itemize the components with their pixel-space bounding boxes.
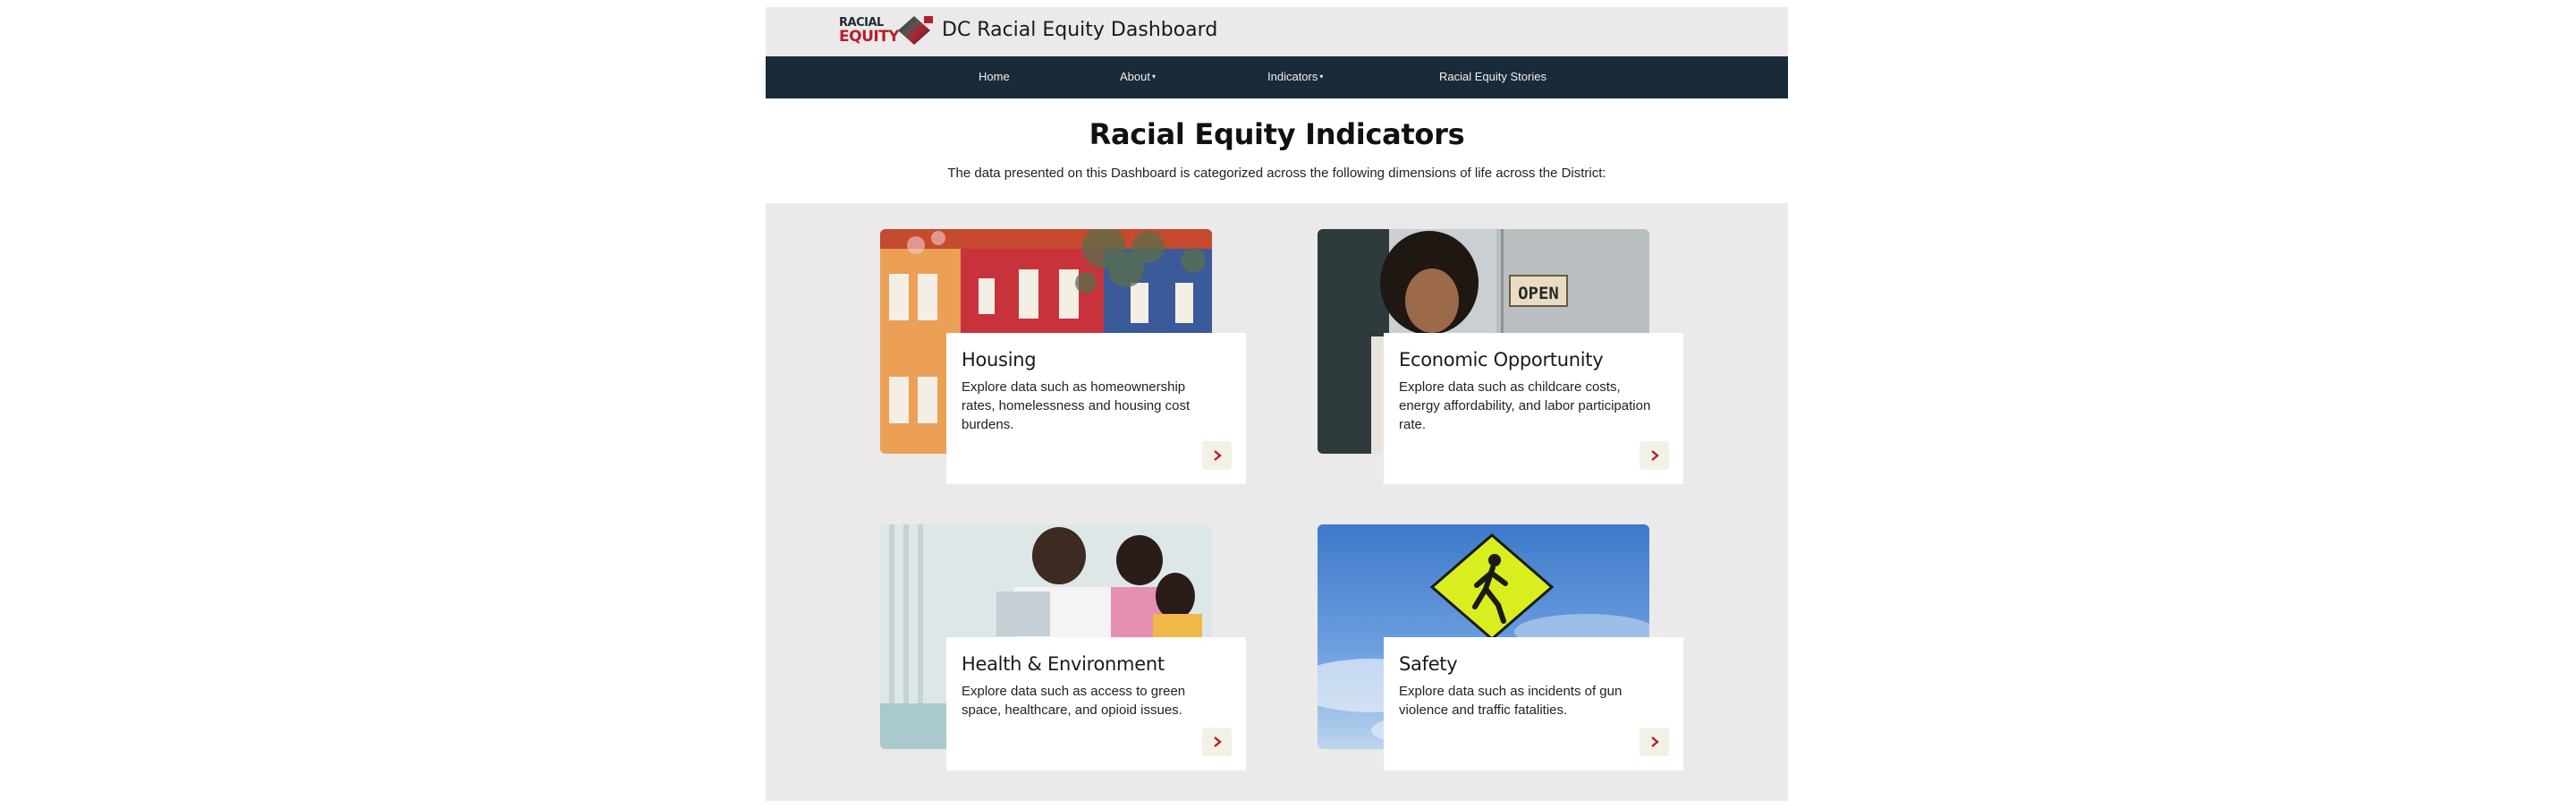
card-safety-title: Safety <box>1399 653 1458 675</box>
card-health-environment[interactable]: Health & Environment Explore data such a… <box>880 524 1247 779</box>
nav-item-about[interactable]: About ▾ <box>1120 70 1156 83</box>
card-health-description: Explore data such as access to green spa… <box>962 684 1186 718</box>
nav-stories-label: Racial Equity Stories <box>1439 70 1546 83</box>
card-safety-arrow-button[interactable] <box>1640 728 1669 756</box>
open-sign-text: OPEN <box>1518 284 1559 303</box>
chevron-right-icon <box>1650 737 1659 747</box>
racial-equity-logo[interactable]: RACIAL EQUITY <box>839 14 933 47</box>
nav-item-indicators[interactable]: Indicators ▾ <box>1267 70 1323 83</box>
caret-down-icon: ▾ <box>1319 72 1324 81</box>
logo-tag-icon <box>924 16 933 23</box>
card-safety[interactable]: Safety Explore data such as incidents of… <box>1318 524 1684 779</box>
chevron-right-icon <box>1213 737 1222 747</box>
logo-text-equity: EQUITY <box>839 28 900 46</box>
card-housing-title: Housing <box>962 349 1037 370</box>
card-economic-panel: Economic Opportunity Explore data such a… <box>1384 333 1683 484</box>
card-health-arrow-button[interactable] <box>1202 728 1232 756</box>
card-housing-arrow-button[interactable] <box>1202 441 1232 470</box>
nav-about-label: About <box>1120 70 1150 83</box>
card-housing-description: Explore data such as homeownership rates… <box>962 379 1191 432</box>
card-health-title: Health & Environment <box>962 653 1165 675</box>
page-intro: The data presented on this Dashboard is … <box>947 166 1606 181</box>
main-nav: Home About ▾ Indicators ▾ Racial Equity St… <box>766 56 1788 98</box>
indicator-grid: Housing Explore data such as homeownersh… <box>766 203 1788 801</box>
card-economic-opportunity[interactable]: OPEN Economic Opportunity Explore data s… <box>1318 229 1684 484</box>
card-housing[interactable]: Housing Explore data such as homeownersh… <box>880 229 1247 484</box>
caret-down-icon: ▾ <box>1151 72 1156 81</box>
chevron-right-icon <box>1650 450 1659 461</box>
card-economic-title: Economic Opportunity <box>1399 349 1604 370</box>
card-economic-description: Explore data such as childcare costs, en… <box>1399 379 1651 432</box>
card-housing-panel: Housing Explore data such as homeownersh… <box>946 333 1246 484</box>
card-health-panel: Health & Environment Explore data such a… <box>946 637 1246 771</box>
card-safety-panel: Safety Explore data such as incidents of… <box>1384 637 1683 771</box>
nav-indicators-label: Indicators <box>1267 70 1318 83</box>
site-header: RACIAL EQUITY DC Racial Equity Dashboard <box>766 7 1788 56</box>
nav-item-home[interactable]: Home <box>979 70 1010 83</box>
chevron-right-icon <box>1213 450 1222 461</box>
nav-item-racial-equity-stories[interactable]: Racial Equity Stories <box>1439 70 1546 83</box>
page-frame: RACIAL EQUITY DC Racial Equity Dashboard… <box>766 7 1788 801</box>
nav-home-label: Home <box>979 70 1010 83</box>
page-title: Racial Equity Indicators <box>1089 117 1465 151</box>
site-title[interactable]: DC Racial Equity Dashboard <box>942 19 1217 41</box>
card-safety-description: Explore data such as incidents of gun vi… <box>1399 684 1623 718</box>
card-economic-arrow-button[interactable] <box>1640 441 1669 470</box>
